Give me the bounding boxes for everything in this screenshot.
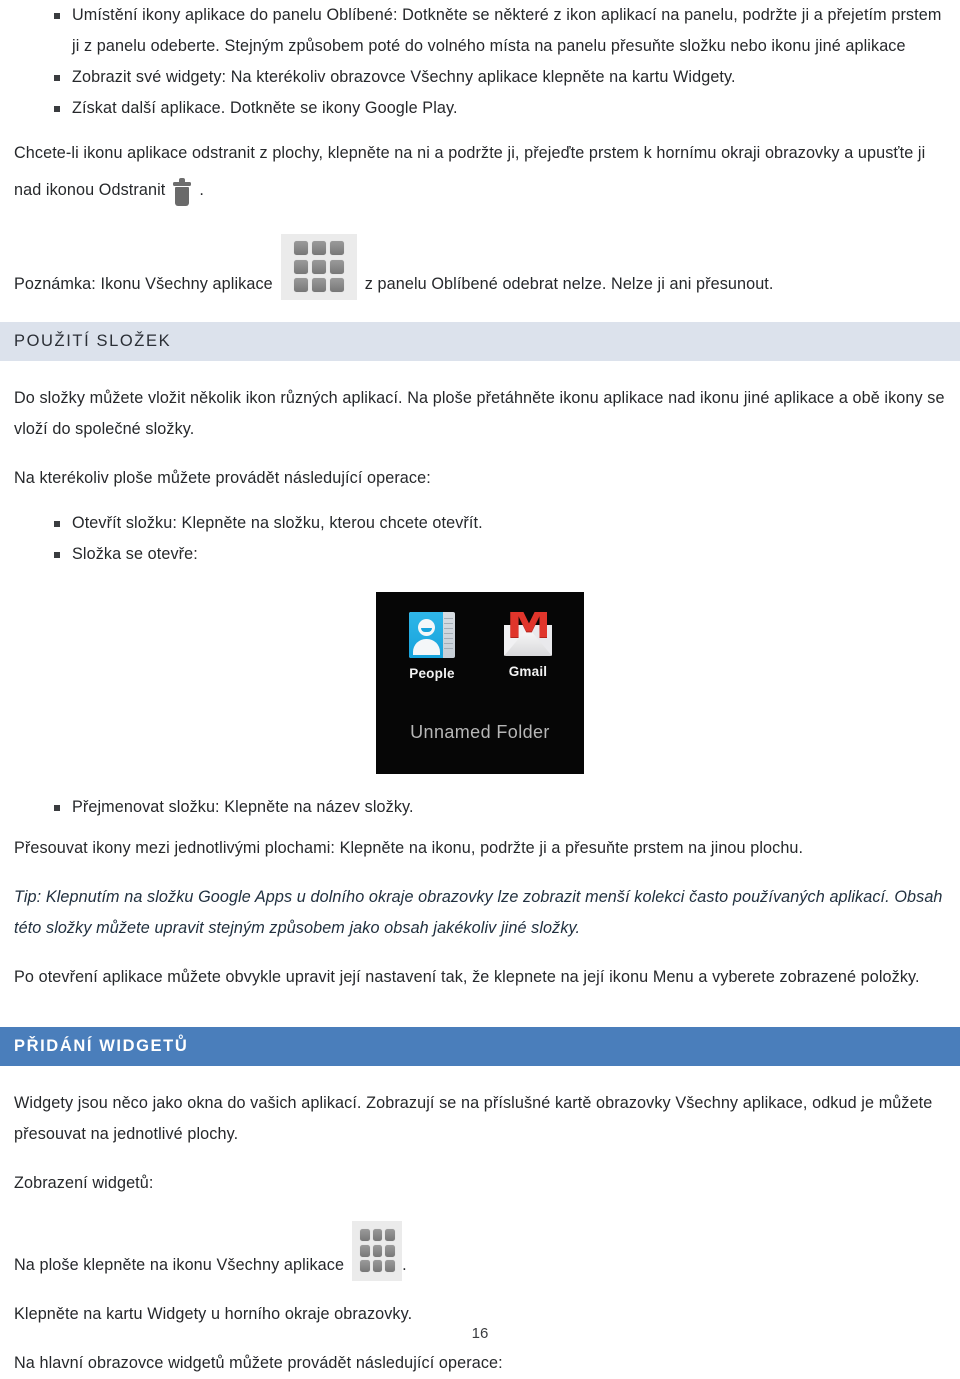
widgets-operations-lead: Na hlavní obrazovce widgetů můžete prová…	[14, 1354, 503, 1372]
people-contacts-icon	[409, 612, 455, 658]
top-bullet-list: Umístění ikony aplikace do panelu Oblíbe…	[14, 0, 946, 124]
trash-icon	[173, 178, 192, 206]
list-item: Přejmenovat složku: Klepněte na název sl…	[14, 792, 946, 823]
section-heading-widgets: PŘIDÁNÍ WIDGETŮ	[0, 1027, 960, 1066]
folders-bullet-list-after-image: Přejmenovat složku: Klepněte na název sl…	[14, 792, 946, 823]
folder-app-row: People M Gmail	[376, 612, 584, 681]
folders-move-paragraph: Přesouvat ikony mezi jednotlivými plocha…	[14, 839, 804, 857]
folders-intro-paragraph: Do složky můžete vložit několik ikon růz…	[14, 389, 945, 438]
folders-tip-paragraph: Tip: Klepnutím na složku Google Apps u d…	[14, 888, 943, 937]
remove-icon-text-after: .	[199, 181, 204, 199]
remove-icon-text-before: nad ikonou Odstranit	[14, 181, 166, 199]
folder-app-people: People	[401, 612, 463, 681]
widgets-intro-paragraph: Widgety jsou něco jako okna do vašich ap…	[14, 1094, 933, 1143]
list-item: Složka se otevře:	[14, 539, 946, 570]
document-page: Umístění ikony aplikace do panelu Oblíbe…	[0, 0, 960, 1372]
folders-operations-lead: Na kterékoliv ploše můžete provádět násl…	[14, 469, 431, 487]
note-text-after: z panelu Oblíbené odebrat nelze. Nelze j…	[364, 275, 774, 293]
list-item: Získat další aplikace. Dotkněte se ikony…	[14, 93, 946, 124]
note-text-before: Poznámka: Ikonu Všechny aplikace	[14, 275, 273, 293]
list-item: Zobrazit své widgety: Na kterékoliv obra…	[14, 62, 946, 93]
page-number: 16	[471, 1325, 489, 1342]
all-apps-grid-icon	[352, 1221, 403, 1281]
folder-screenshot: People M Gmail Unnamed Folder	[376, 592, 584, 774]
folder-name-label: Unnamed Folder	[410, 722, 550, 742]
gmail-letter: M	[509, 612, 547, 642]
folder-app-gmail: M Gmail	[497, 612, 559, 681]
list-item: Otevřít složku: Klepněte na složku, kter…	[14, 508, 946, 539]
gmail-envelope-icon: M	[504, 612, 552, 656]
all-apps-grid-icon	[280, 234, 357, 300]
remove-icon-paragraph-line2: nad ikonou Odstranit .	[14, 175, 946, 206]
folders-menu-paragraph: Po otevření aplikace můžete obvykle upra…	[14, 968, 920, 986]
folder-app-label: Gmail	[508, 664, 548, 679]
folders-bullet-list-before-image: Otevřít složku: Klepněte na složku, kter…	[14, 508, 946, 570]
widgets-step-text-before: Na ploše klepněte na ikonu Všechny aplik…	[14, 1256, 345, 1274]
list-item: Umístění ikony aplikace do panelu Oblíbe…	[14, 0, 946, 62]
remove-icon-paragraph-line1: Chcete-li ikonu aplikace odstranit z plo…	[14, 144, 926, 162]
widgets-display-lead: Zobrazení widgetů:	[14, 1174, 154, 1192]
widgets-step-text-after: .	[402, 1256, 407, 1274]
widgets-step-tap-all-apps: Na ploše klepněte na ikonu Všechny aplik…	[14, 1221, 946, 1281]
folder-app-label: People	[409, 666, 455, 681]
section-heading-folders: POUŽITÍ SLOŽEK	[0, 322, 960, 361]
note-all-apps-row: Poznámka: Ikonu Všechny aplikace z panel…	[14, 234, 946, 300]
